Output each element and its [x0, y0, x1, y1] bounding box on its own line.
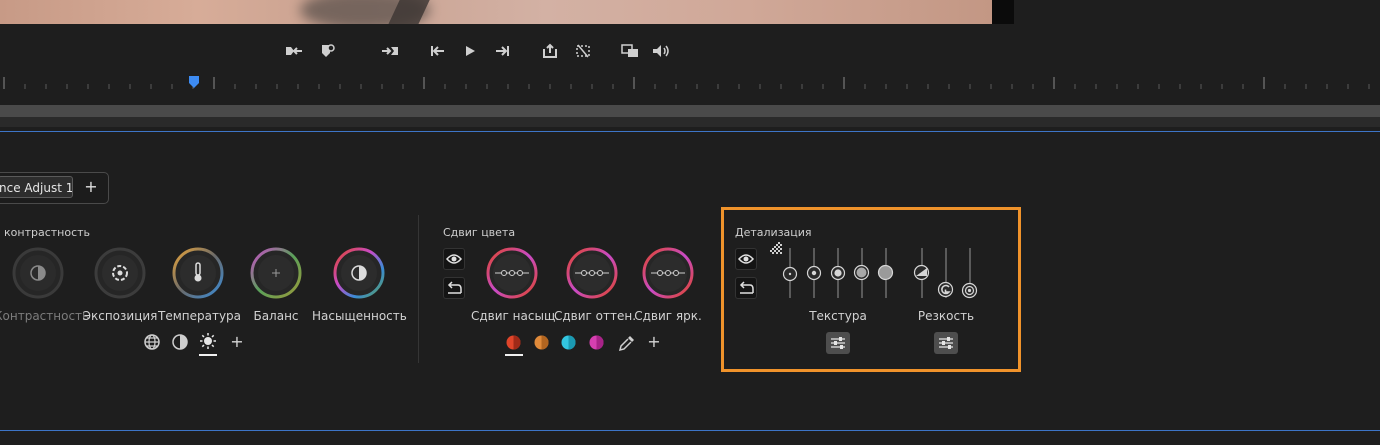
add-marker-icon[interactable]: [318, 42, 338, 60]
mark-out-icon[interactable]: [380, 42, 400, 60]
sharpness-slider-1-handle[interactable]: [913, 264, 930, 281]
detail-section-title: Детализация: [735, 226, 812, 239]
luminance-shift-knob[interactable]: [642, 247, 694, 299]
sliders-icon: [831, 337, 845, 349]
texture-slider-1-handle[interactable]: [782, 266, 798, 282]
section-divider: [418, 215, 419, 363]
color-shift-reset-button[interactable]: [443, 277, 465, 299]
eye-icon: [446, 254, 462, 264]
panel-divider-top: [0, 131, 1380, 132]
detail-visibility-button[interactable]: [735, 248, 757, 270]
preview-edge: [992, 0, 1014, 24]
volume-icon[interactable]: [651, 42, 671, 60]
go-to-out-icon[interactable]: [492, 42, 512, 60]
halftone-icon[interactable]: [171, 333, 189, 351]
reset-icon: [739, 281, 754, 294]
texture-slider-2-handle[interactable]: [806, 265, 822, 281]
exposure-knob[interactable]: [94, 247, 146, 299]
brightness-icon[interactable]: [199, 332, 217, 350]
eyedropper-icon[interactable]: [618, 334, 636, 352]
hue-shift-knob[interactable]: [566, 247, 618, 299]
export-frame-icon[interactable]: [540, 42, 560, 60]
active-swatch-indicator: [505, 354, 523, 356]
red-swatch[interactable]: [506, 335, 521, 350]
timeline-track-area: [0, 117, 1380, 127]
hue-shift-label: Сдвиг оттен.: [553, 309, 637, 323]
detail-reset-button[interactable]: [735, 277, 757, 299]
texture-slider-5-handle[interactable]: [877, 264, 894, 281]
timeline-ruler[interactable]: [0, 76, 1380, 90]
adjustment-tab[interactable]: nce Adjust 1: [0, 176, 73, 198]
contrast-label: Контрастность: [0, 309, 90, 323]
add-tab-button[interactable]: +: [82, 177, 100, 197]
active-tool-indicator: [199, 354, 217, 356]
playhead[interactable]: [188, 75, 200, 89]
saturation-shift-knob[interactable]: [486, 247, 538, 299]
light-section-title: контрастность: [4, 226, 91, 239]
safe-margins-icon[interactable]: [573, 42, 593, 60]
texture-settings-button[interactable]: [826, 332, 850, 354]
add-color-button[interactable]: +: [646, 333, 662, 351]
temperature-label: Температура: [158, 309, 242, 323]
luminance-shift-label: Сдвиг ярк.: [634, 309, 702, 323]
exposure-label: Экспозиция: [82, 309, 158, 323]
balance-knob[interactable]: [250, 247, 302, 299]
mark-in-icon[interactable]: [284, 42, 304, 60]
timeline-scrollbar[interactable]: [0, 105, 1380, 117]
temperature-knob[interactable]: [172, 247, 224, 299]
color-shift-section-title: Сдвиг цвета: [443, 226, 516, 239]
texture-slider-4-handle[interactable]: [853, 264, 870, 281]
orange-swatch[interactable]: [534, 335, 549, 350]
cyan-swatch[interactable]: [561, 335, 576, 350]
color-shift-visibility-button[interactable]: [443, 248, 465, 270]
saturation-label: Насыщенность: [312, 309, 407, 323]
texture-label: Текстура: [809, 309, 867, 323]
panel-divider-bottom: [0, 430, 1380, 431]
sharpness-settings-button[interactable]: [934, 332, 958, 354]
sharpness-label: Резкость: [917, 309, 975, 323]
eye-icon: [738, 254, 754, 264]
magenta-swatch[interactable]: [589, 335, 604, 350]
contrast-knob[interactable]: [12, 247, 64, 299]
play-icon[interactable]: [460, 42, 480, 60]
reset-icon: [447, 281, 462, 294]
texture-grain-icon: [770, 242, 782, 254]
sharpness-slider-3-handle[interactable]: [961, 282, 978, 299]
sharpness-slider-2-handle[interactable]: [937, 281, 954, 298]
saturation-knob[interactable]: [333, 247, 385, 299]
add-light-tool-button[interactable]: +: [229, 333, 245, 351]
sliders-icon: [939, 337, 953, 349]
globe-icon[interactable]: [143, 333, 161, 351]
compare-view-icon[interactable]: [620, 42, 640, 60]
texture-slider-3-handle[interactable]: [830, 265, 846, 281]
video-preview: [0, 0, 992, 24]
saturation-shift-label: Сдвиг насыщ.: [471, 309, 560, 323]
balance-label: Баланс: [253, 309, 299, 323]
go-to-in-icon[interactable]: [428, 42, 448, 60]
